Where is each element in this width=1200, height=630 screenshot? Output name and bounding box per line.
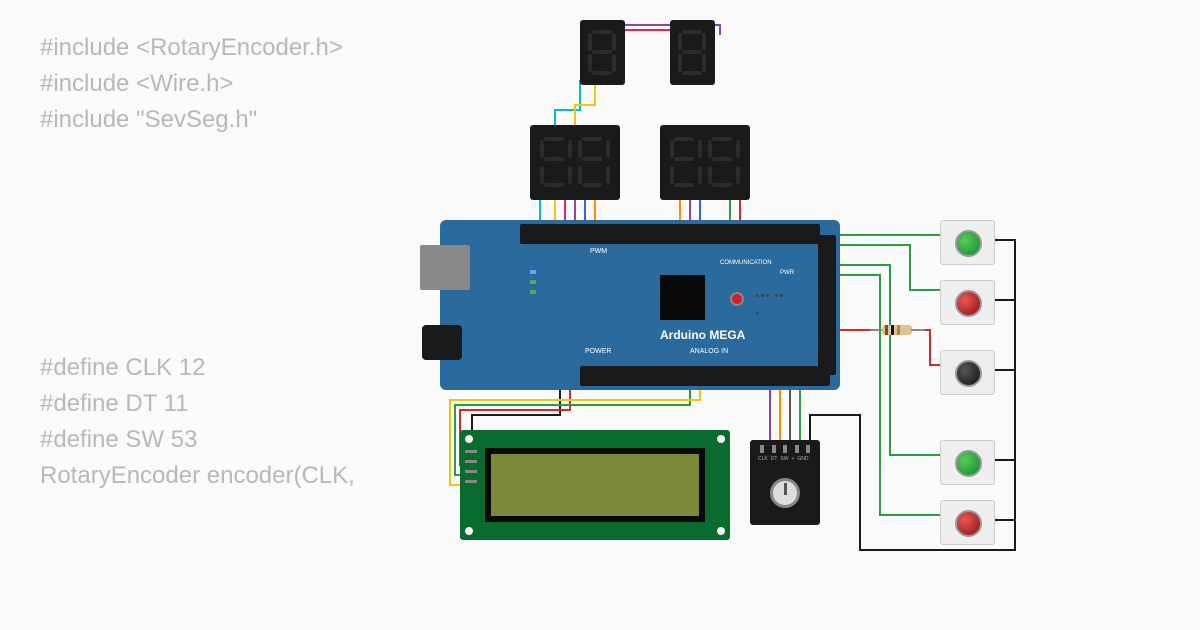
l-led-icon [530, 270, 536, 274]
arduino-analog-header [580, 366, 830, 386]
microcontroller-chip-icon [660, 275, 705, 320]
push-button-green-1[interactable] [940, 220, 995, 265]
resistor-band-icon [885, 325, 888, 335]
segment-digit [670, 137, 702, 187]
code-line: #define CLK 12 [40, 350, 355, 386]
encoder-knob[interactable] [770, 478, 800, 508]
code-defines: #define CLK 12 #define DT 11 #define SW … [40, 350, 355, 494]
mounting-hole-icon [717, 435, 725, 443]
tx-led-icon [530, 280, 536, 284]
icsp-header-icon [755, 285, 785, 305]
button-cap-icon [955, 230, 982, 257]
analog-in-label: ANALOG IN [690, 348, 728, 355]
seven-segment-double-1[interactable] [530, 125, 620, 200]
pwr-label: PWR [780, 270, 794, 276]
power-jack-icon [422, 325, 462, 360]
communication-label: COMMUNICATION [720, 260, 772, 266]
encoder-pin-label: GND [797, 456, 808, 462]
mounting-hole-icon [717, 527, 725, 535]
encoder-pin-labels: CLK DT SW + GND [758, 456, 809, 462]
arduino-pins-header [818, 235, 836, 375]
code-line: #define DT 11 [40, 386, 355, 422]
code-includes: #include <RotaryEncoder.h> #include <Wir… [40, 30, 343, 138]
resistor-band-icon [897, 325, 900, 335]
pwm-label: PWM [590, 248, 607, 255]
segment-digit [678, 30, 706, 75]
lcd-screen [485, 448, 705, 522]
resistor-lead [911, 329, 925, 331]
button-cap-icon [955, 360, 982, 387]
seven-segment-single-1[interactable] [580, 20, 625, 85]
code-line: #define SW 53 [40, 422, 355, 458]
lcd-i2c-pins [465, 450, 477, 510]
push-button-red-1[interactable] [940, 280, 995, 325]
push-button-green-2[interactable] [940, 440, 995, 485]
rotary-encoder[interactable]: CLK DT SW + GND [750, 440, 820, 525]
reset-button[interactable] [730, 292, 744, 306]
encoder-pin-label: SW [780, 456, 788, 462]
mounting-hole-icon [465, 435, 473, 443]
rx-led-icon [530, 290, 536, 294]
encoder-pin-label: DT [771, 456, 778, 462]
push-button-red-2[interactable] [940, 500, 995, 545]
resistor-band-icon [891, 325, 894, 335]
resistor[interactable] [870, 325, 925, 335]
code-line: RotaryEncoder encoder(CLK, [40, 458, 355, 494]
encoder-pin-header [760, 445, 810, 455]
mounting-hole-icon [465, 527, 473, 535]
segment-digit [540, 137, 572, 187]
code-line: #include "SevSeg.h" [40, 102, 343, 138]
seven-segment-single-2[interactable] [670, 20, 715, 85]
segment-digit [708, 137, 740, 187]
push-button-black[interactable] [940, 350, 995, 395]
lcd-16x2-display[interactable] [460, 430, 730, 540]
arduino-board-label: Arduino MEGA [660, 328, 745, 342]
encoder-pin-label: + [791, 456, 794, 462]
segment-digit [588, 30, 616, 75]
segment-digit [578, 137, 610, 187]
code-line: #include <RotaryEncoder.h> [40, 30, 343, 66]
encoder-pin-label: CLK [758, 456, 768, 462]
circuit-diagram: Arduino MEGA PWM COMMUNICATION PWR POWER… [380, 20, 1100, 610]
power-section-label: POWER [585, 348, 611, 355]
seven-segment-double-2[interactable] [660, 125, 750, 200]
button-cap-icon [955, 290, 982, 317]
code-line: #include <Wire.h> [40, 66, 343, 102]
arduino-digital-header [520, 224, 820, 244]
button-cap-icon [955, 510, 982, 537]
usb-port-icon [420, 245, 470, 290]
button-cap-icon [955, 450, 982, 477]
arduino-mega-board[interactable]: Arduino MEGA PWM COMMUNICATION PWR POWER… [440, 220, 840, 390]
